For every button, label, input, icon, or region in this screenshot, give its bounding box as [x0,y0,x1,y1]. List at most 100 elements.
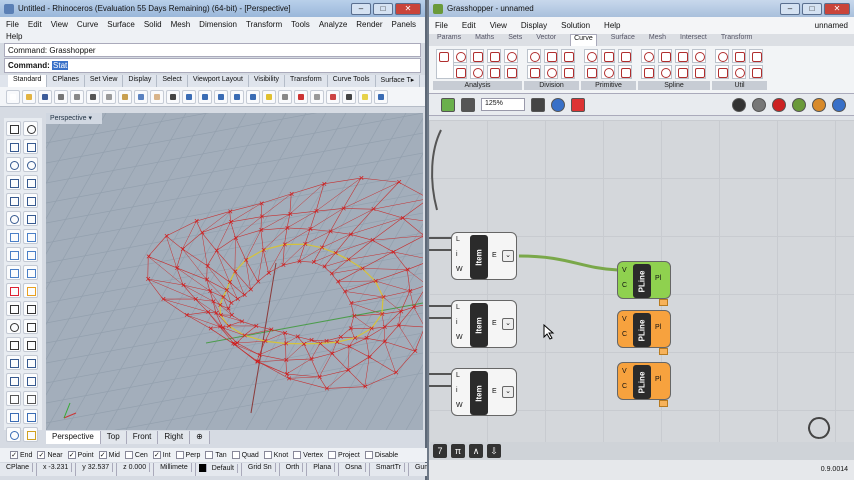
widget-curve-icon[interactable]: ∧ [469,444,483,458]
toolbar-tab-standard[interactable]: Standard [8,75,48,87]
scale-icon[interactable] [23,337,38,352]
status-smarttr[interactable]: SmartTr [370,463,409,476]
osnap-point[interactable]: ✓ Point [67,451,94,459]
analysis-component-icon[interactable] [487,49,501,63]
join-icon[interactable] [23,301,38,316]
extrude-icon[interactable] [23,229,38,244]
offset-icon[interactable] [23,211,38,226]
spline-component-icon[interactable] [641,65,655,79]
analyze-icon[interactable] [6,409,21,424]
spline-component-icon[interactable] [692,65,706,79]
cut-icon[interactable] [86,89,100,104]
division-component-icon[interactable] [544,49,558,63]
viewport-tab-right[interactable]: Right [158,431,191,444]
input-param[interactable]: W [456,266,463,273]
osnap-checkbox[interactable] [263,451,272,459]
input-param[interactable]: V [622,368,627,375]
material-icon[interactable] [326,89,340,104]
gh-tab-intersect[interactable]: Intersect [680,34,707,46]
add-viewport-icon[interactable]: ⊕ [190,431,210,444]
input-param[interactable]: C [622,331,627,338]
primitive-component-icon[interactable] [618,49,632,63]
osnap-checkbox[interactable] [124,451,133,459]
polyline-component[interactable]: V C PLine Pl [617,261,671,299]
select-arrow-icon[interactable] [6,121,21,136]
zoom-extents-icon[interactable] [214,89,228,104]
polyline-component[interactable]: V C PLine Pl [617,310,671,348]
copy-icon[interactable] [102,89,116,104]
preview-selected-icon[interactable] [792,97,806,112]
osnap-end[interactable]: ✓ End [10,451,32,459]
input-param[interactable]: i [456,387,458,394]
osnap-perp[interactable]: Perp [175,451,200,459]
command-line[interactable]: Command: Stat [4,58,421,73]
light-bulb-icon[interactable] [358,89,372,104]
viewport-tab-front[interactable]: Front [126,431,159,444]
viewport-tab-perspective[interactable]: Perspective [46,431,101,444]
division-component-icon[interactable] [544,65,558,79]
widget-download-icon[interactable]: ⇩ [487,444,501,458]
fillet-icon[interactable] [6,211,21,226]
menu-view[interactable]: View [51,20,68,29]
document-preview-icon[interactable] [812,97,826,112]
grasshopper-icon[interactable] [6,427,21,442]
input-param[interactable]: L [456,304,460,311]
primitive-component-icon[interactable] [584,65,598,79]
spline-component-icon[interactable] [658,65,672,79]
toolbar-tab-curve-tools[interactable]: Curve Tools [328,75,376,87]
status-grid-sn[interactable]: Grid Sn [242,463,280,476]
status-default[interactable]: Default [196,463,242,476]
menu-surface[interactable]: Surface [107,20,135,29]
util-component-icon[interactable] [749,49,763,63]
list-item-component[interactable]: Li W Item E ⌄ [451,368,517,416]
tools-icon[interactable] [262,89,276,104]
ribbon-group-label[interactable]: Spline [638,81,710,90]
split-icon[interactable] [23,283,38,298]
widget-pi-icon[interactable]: π [451,444,465,458]
status-gumb[interactable]: Gumb [409,463,427,476]
grid-icon[interactable] [278,89,292,104]
zoom-dropdown[interactable]: 125% [481,98,525,111]
point-icon[interactable] [23,121,38,136]
mesh-tools-icon[interactable] [23,265,38,280]
gh-menu-solution[interactable]: Solution [561,21,590,30]
util-component-icon[interactable] [715,49,729,63]
osnap-checkbox[interactable] [231,451,240,459]
open-file-icon[interactable] [441,97,455,112]
gh-tab-vector[interactable]: Vector [536,34,556,46]
menu-tools[interactable]: Tools [291,20,310,29]
menu-transform[interactable]: Transform [246,20,282,29]
paste-icon[interactable] [118,89,132,104]
osnap-checkbox[interactable]: ✓ [98,451,107,459]
zoom-extents-icon[interactable] [531,97,545,112]
output-param[interactable]: Pl [655,324,661,331]
osnap-checkbox[interactable] [175,451,184,459]
division-component-icon[interactable] [527,65,541,79]
layer-icon[interactable] [23,391,38,406]
gh-canvas[interactable]: Li W Item E ⌄ Li W Item E ⌄ Li W Item E ⌄ V C PLine Pl V C PL… [429,120,854,442]
move-icon[interactable] [6,319,21,334]
status-osna[interactable]: Osna [339,463,370,476]
menu-analyze[interactable]: Analyze [319,20,347,29]
solid-tools-icon[interactable] [23,247,38,262]
arc-icon[interactable] [6,175,21,190]
osnap-knot[interactable]: Knot [263,451,288,459]
output-param[interactable]: E [492,252,497,259]
mirror-icon[interactable] [6,355,21,370]
ribbon-group-label[interactable]: Primitive [581,81,636,90]
undo-icon[interactable] [134,89,148,104]
output-param[interactable]: E [492,320,497,327]
ribbon-group-label[interactable]: Util [712,81,767,90]
dimension-icon[interactable] [6,373,21,388]
osnap-checkbox[interactable] [293,451,302,459]
toolbar-tab-surface-t[interactable]: Surface T▸ [376,75,421,87]
perspective-viewport[interactable]: ✕ ✕ ✕ ✕ ✕ ✕ ✕ ✕ ✕ ✕ ✕ ✕ ✕ ✕ ✕ ✕ ✕ ✕ ✕ ✕ ✕ ✕ ✕ ✕ ✕ ✕ ✕ ✕ ✕ ✕ ✕ ✕ ✕ ✕ ✕ ✕ ✕ ✕ ✕ ✕… [46,113,423,430]
division-component-icon[interactable] [561,65,575,79]
gh-menu-file[interactable]: File [435,21,448,30]
input-param[interactable]: C [622,282,627,289]
toolbar-tab-transform[interactable]: Transform [285,75,328,87]
zoom-icon[interactable] [182,89,196,104]
osnap-quad[interactable]: Quad [231,451,259,459]
rotate-view-icon[interactable] [166,89,180,104]
widget-profiler-icon[interactable]: 7 [433,444,447,458]
